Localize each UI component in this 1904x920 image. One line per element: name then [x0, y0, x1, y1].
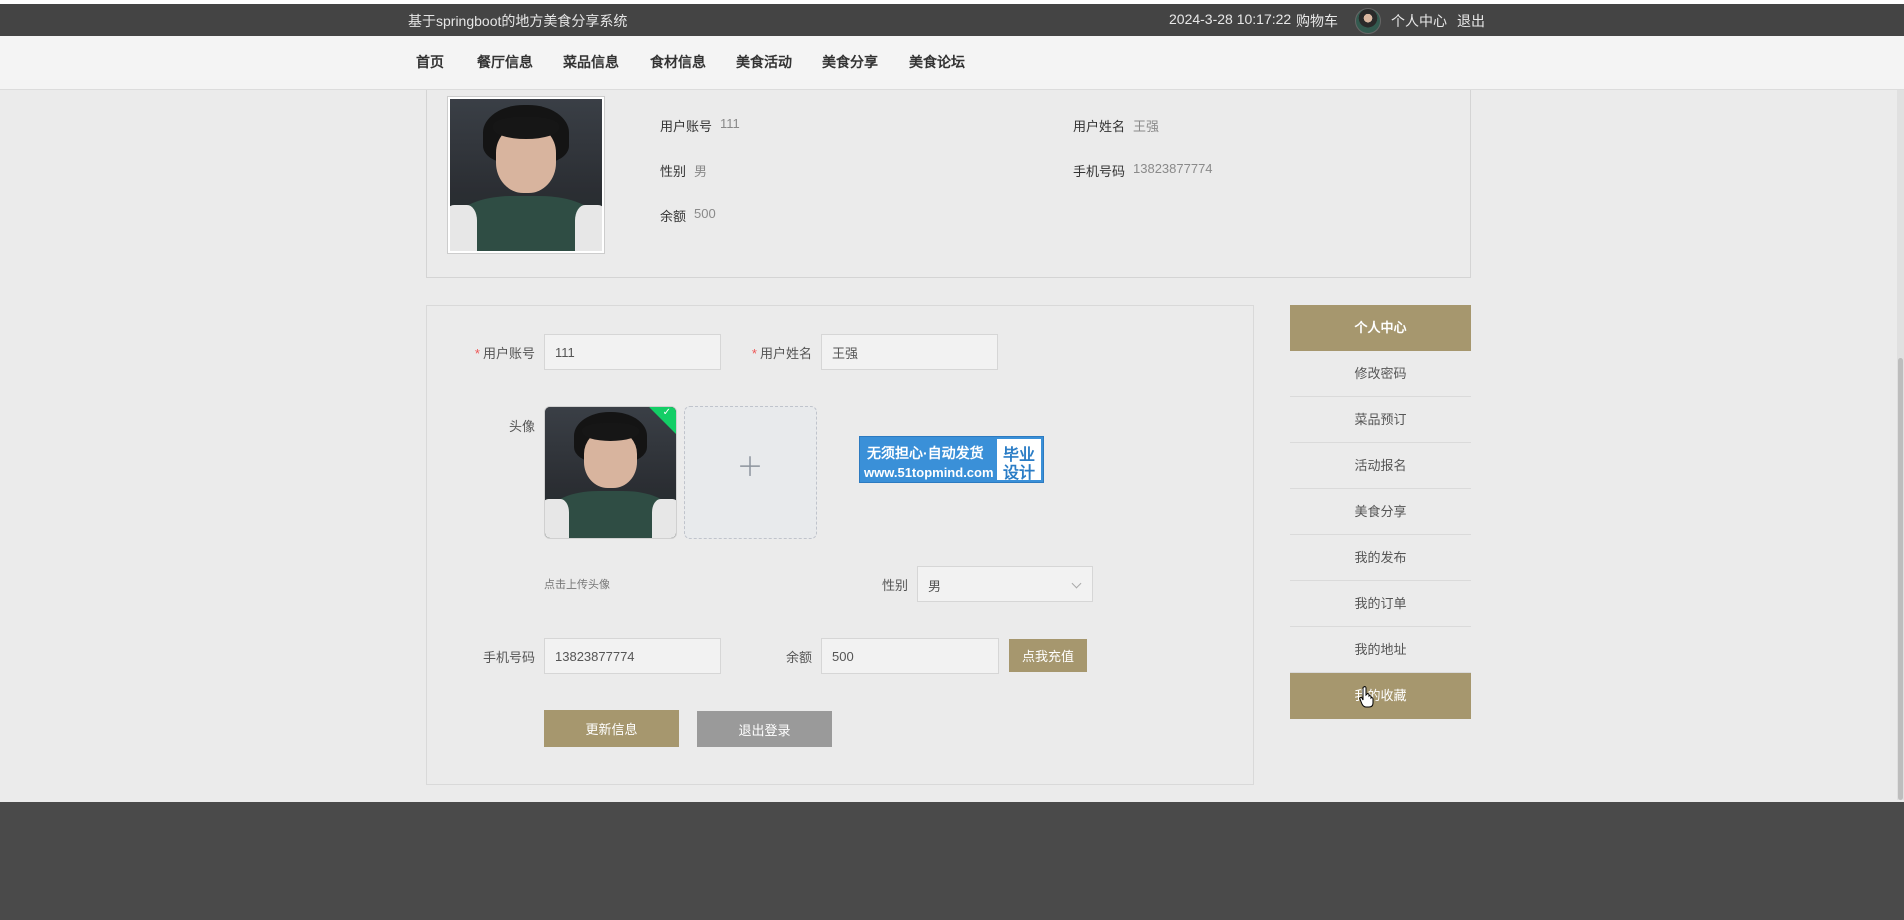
form-account-label: * 用户账号 [460, 343, 535, 362]
top-bar: 基于springboot的地方美食分享系统 2024-3-28 10:17:22… [0, 4, 1904, 36]
info-balance-value: 500 [694, 206, 716, 221]
side-item-my-posts[interactable]: 我的发布 [1290, 535, 1471, 581]
side-item-my-favorites[interactable]: 我的收藏 [1290, 673, 1471, 719]
nav-food-forum[interactable]: 美食论坛 [909, 52, 965, 72]
ad-badge-bottom: 设计 [1003, 465, 1036, 482]
current-datetime: 2024-3-28 10:17:22 [1169, 11, 1292, 27]
plus-icon [740, 456, 760, 476]
info-phone-value: 13823877774 [1133, 161, 1213, 176]
name-input[interactable] [821, 334, 998, 370]
info-gender-value: 男 [694, 164, 708, 179]
uploaded-avatar[interactable]: ✓ [544, 406, 677, 539]
cart-link[interactable]: 购物车 [1296, 11, 1338, 31]
form-name-label-text: 用户姓名 [759, 346, 812, 361]
side-item-my-address[interactable]: 我的地址 [1290, 627, 1471, 673]
ad-line1: 无须担心·自动发货 [867, 445, 984, 461]
nav-restaurant-info[interactable]: 餐厅信息 [477, 52, 533, 72]
gender-select[interactable]: 男 [917, 566, 1093, 602]
chevron-down-icon [1071, 578, 1082, 589]
account-input[interactable] [544, 334, 721, 370]
info-name-label: 用户姓名 [1073, 119, 1126, 134]
profile-avatar [447, 96, 605, 254]
logout-link[interactable]: 退出 [1457, 11, 1485, 31]
ad-banner[interactable]: 无须担心·自动发货 www.51topmind.com 毕业 设计 [859, 436, 1044, 483]
info-name-value: 王强 [1133, 119, 1160, 134]
side-item-my-orders[interactable]: 我的订单 [1290, 581, 1471, 627]
side-item-food-share[interactable]: 美食分享 [1290, 489, 1471, 535]
ad-line2: www.51topmind.com [864, 465, 994, 480]
main-nav: 首页 餐厅信息 菜品信息 食材信息 美食活动 美食分享 美食论坛 [0, 36, 1904, 90]
phone-input[interactable] [544, 638, 721, 674]
hand-cursor-icon [1359, 686, 1374, 708]
nav-home[interactable]: 首页 [416, 52, 444, 72]
check-icon: ✓ [662, 407, 671, 418]
nav-food-share[interactable]: 美食分享 [822, 52, 878, 72]
nav-food-activity[interactable]: 美食活动 [736, 52, 792, 72]
upload-hint: 点击上传头像 [544, 579, 610, 591]
balance-input[interactable] [821, 638, 999, 674]
form-name-label: * 用户姓名 [737, 343, 812, 362]
page-footer [0, 802, 1904, 920]
avatar-upload-button[interactable] [684, 406, 817, 539]
uploaded-avatar-photo [545, 407, 676, 538]
required-mark: * [474, 346, 480, 361]
recharge-button[interactable]: 点我充值 [1009, 639, 1087, 672]
scrollbar-thumb[interactable] [1898, 358, 1903, 800]
gender-select-value: 男 [928, 579, 942, 594]
site-title: 基于springboot的地方美食分享系统 [408, 13, 628, 29]
side-item-change-password[interactable]: 修改密码 [1290, 351, 1471, 397]
form-balance-label: 余额 [785, 650, 812, 665]
form-avatar-label: 头像 [508, 419, 535, 434]
update-info-button[interactable]: 更新信息 [544, 710, 679, 747]
profile-link[interactable]: 个人中心 [1391, 11, 1447, 31]
side-item-dish-booking[interactable]: 菜品预订 [1290, 397, 1471, 443]
nav-dish-info[interactable]: 菜品信息 [563, 52, 619, 72]
info-balance-label: 余额 [660, 209, 687, 224]
avatar-photo [450, 99, 602, 251]
nav-ingredient-info[interactable]: 食材信息 [650, 52, 706, 72]
ad-badge: 毕业 设计 [997, 439, 1041, 482]
form-gender-label: 性别 [881, 578, 908, 593]
info-account-value: 111 [720, 116, 740, 131]
user-avatar[interactable] [1355, 8, 1381, 34]
side-item-profile[interactable]: 个人中心 [1290, 305, 1471, 351]
info-gender-label: 性别 [660, 164, 687, 179]
form-account-label-text: 用户账号 [482, 346, 535, 361]
info-account-label: 用户账号 [660, 119, 713, 134]
logout-button[interactable]: 退出登录 [697, 711, 832, 747]
side-item-activity-signup[interactable]: 活动报名 [1290, 443, 1471, 489]
info-phone-label: 手机号码 [1073, 164, 1126, 179]
form-phone-label: 手机号码 [482, 650, 535, 665]
required-mark: * [751, 346, 757, 361]
